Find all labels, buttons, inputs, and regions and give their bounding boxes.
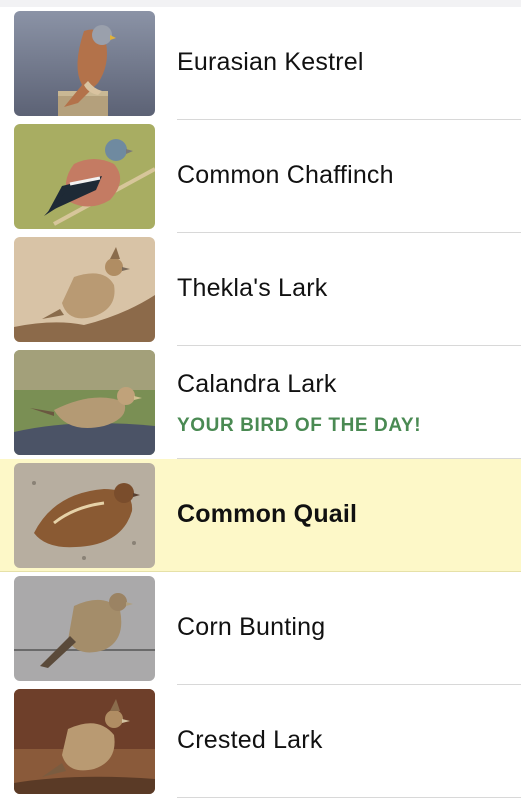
bird-name: Common Quail <box>177 500 358 528</box>
list-item-text: Thekla's Lark <box>177 233 521 346</box>
bird-list: Eurasian Kestrel Common Chaffinch Thekla… <box>0 7 521 798</box>
bird-thumbnail <box>14 350 155 455</box>
list-item-calandra-lark[interactable]: Calandra Lark YOUR BIRD OF THE DAY! <box>0 346 521 459</box>
list-item-common-chaffinch[interactable]: Common Chaffinch <box>0 120 521 233</box>
top-strip <box>0 0 521 7</box>
list-item-text: Common Quail <box>177 459 521 572</box>
bird-thumbnail <box>14 237 155 342</box>
bird-thumbnail <box>14 124 155 229</box>
bird-name: Thekla's Lark <box>177 274 328 302</box>
list-item-theklas-lark[interactable]: Thekla's Lark <box>0 233 521 346</box>
list-item-corn-bunting[interactable]: Corn Bunting <box>0 572 521 685</box>
row-divider <box>177 797 521 798</box>
bird-name: Crested Lark <box>177 726 323 754</box>
bird-name: Corn Bunting <box>177 613 326 641</box>
list-item-text: Common Chaffinch <box>177 120 521 233</box>
bird-name: Calandra Lark <box>177 370 337 398</box>
list-item-common-quail[interactable]: Common Quail <box>0 459 521 572</box>
list-item-eurasian-kestrel[interactable]: Eurasian Kestrel <box>0 7 521 120</box>
list-item-text: Calandra Lark YOUR BIRD OF THE DAY! <box>177 346 521 459</box>
bird-thumbnail <box>14 576 155 681</box>
list-item-text: Crested Lark <box>177 685 521 798</box>
bird-thumbnail <box>14 11 155 116</box>
list-item-text: Corn Bunting <box>177 572 521 685</box>
list-item-text: Eurasian Kestrel <box>177 7 521 120</box>
bird-of-the-day-label: YOUR BIRD OF THE DAY! <box>177 415 422 436</box>
bird-thumbnail <box>14 689 155 794</box>
list-item-crested-lark[interactable]: Crested Lark <box>0 685 521 798</box>
bird-name: Eurasian Kestrel <box>177 48 364 76</box>
bird-name: Common Chaffinch <box>177 161 394 189</box>
bird-thumbnail <box>14 463 155 568</box>
